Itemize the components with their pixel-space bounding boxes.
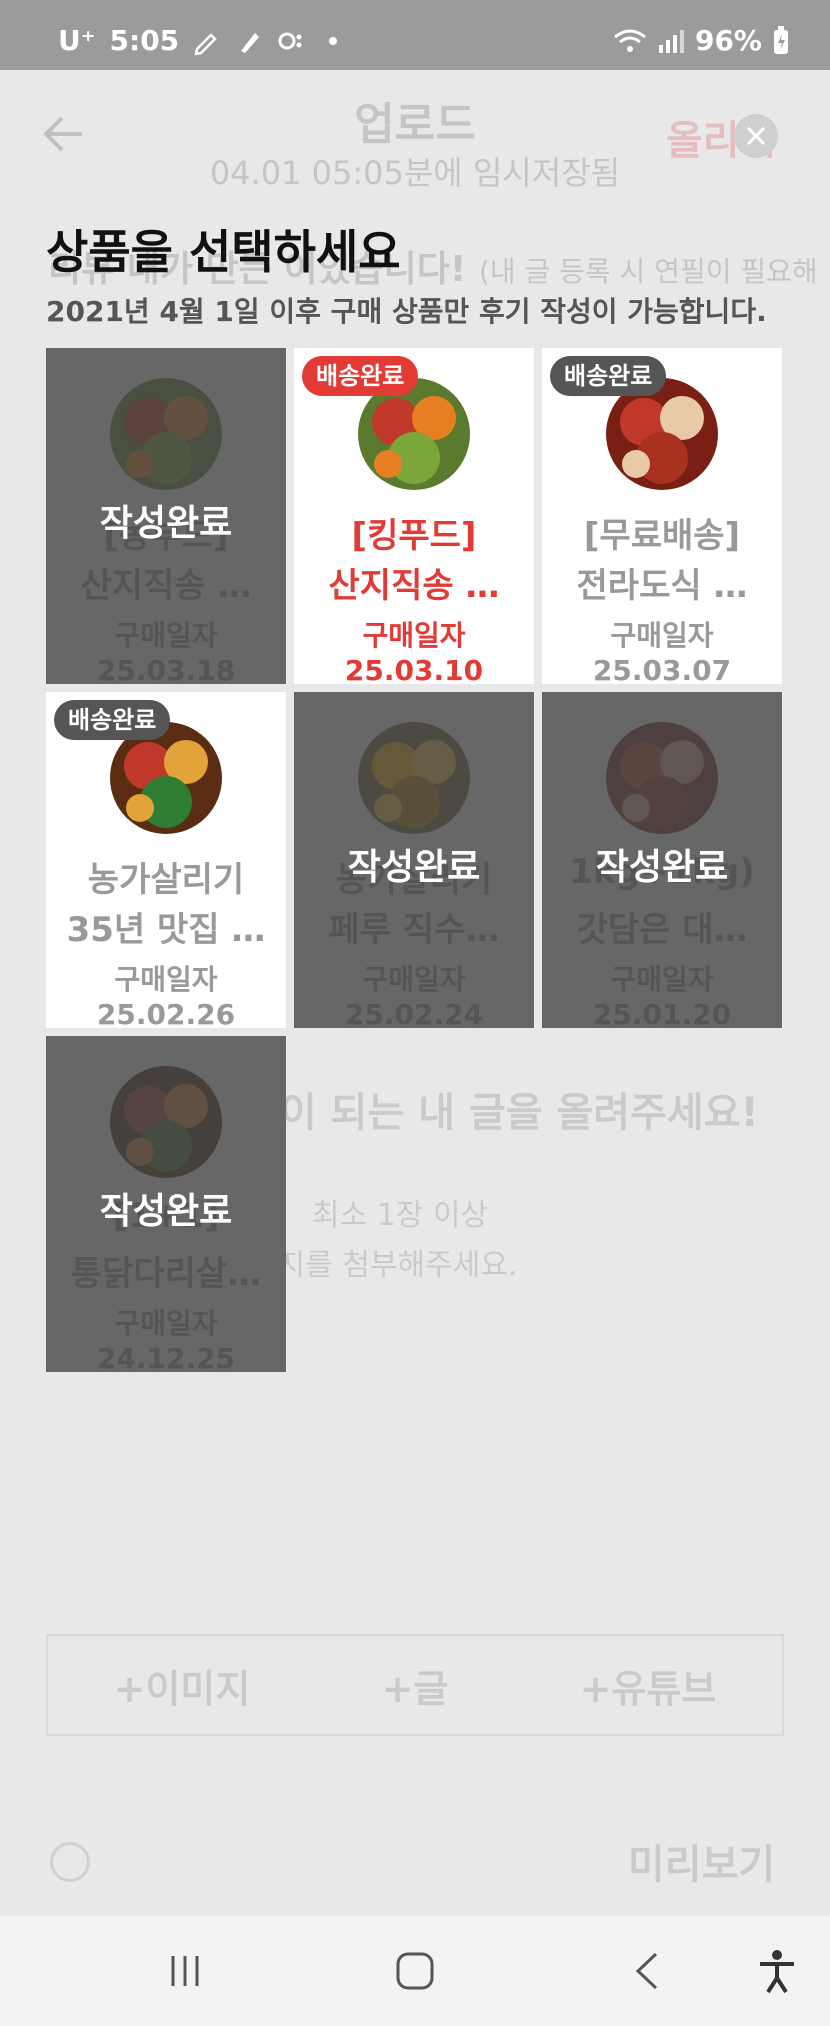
accessibility-icon[interactable] bbox=[752, 1946, 802, 1996]
written-label: 작성완료 bbox=[99, 503, 233, 544]
product-card[interactable]: 농가살리기 35년 맛집 … 구매일자 25.02.26 배송완료 bbox=[46, 692, 286, 1028]
modal-subtitle: 2021년 4월 1일 이후 구매 상품만 후기 작성이 가능합니다. bbox=[46, 295, 767, 328]
pen-icon bbox=[241, 32, 260, 53]
product-card[interactable]: [농부드]산지직송 …구매일자25.03.18작성완료 bbox=[46, 348, 286, 684]
battery-text: 96% bbox=[694, 24, 762, 57]
wifi-icon bbox=[614, 29, 646, 52]
product-name: 산지직송 … bbox=[328, 566, 500, 606]
status-left: U⁺ 5:05 bbox=[58, 24, 347, 57]
product-brand: [킹푸드] bbox=[351, 516, 477, 556]
product-brand: [무료배송] bbox=[583, 516, 741, 556]
close-button[interactable] bbox=[734, 114, 778, 158]
product-card[interactable]: [1+1]통닭다리살…구매일자24.12.25작성완료 bbox=[46, 1036, 286, 1372]
clock: 5:05 bbox=[109, 24, 180, 57]
purchase-date: 25.03.07 bbox=[592, 654, 732, 684]
product-card[interactable]: 농가살리기페루 직수…구매일자25.02.24작성완료 bbox=[294, 692, 534, 1028]
close-icon bbox=[746, 126, 766, 146]
status-right: 96% bbox=[613, 24, 790, 57]
purchase-date: 25.02.26 bbox=[96, 998, 236, 1028]
signal-icon bbox=[658, 29, 684, 53]
delivery-status-badge: 배송완료 bbox=[54, 700, 171, 740]
product-card[interactable]: [킹푸드] 산지직송 … 구매일자 25.03.10 배송완료 bbox=[294, 348, 534, 684]
written-label: 작성완료 bbox=[347, 847, 481, 888]
dot-icon bbox=[329, 36, 338, 45]
back-icon[interactable] bbox=[624, 1946, 674, 1996]
written-label: 작성완료 bbox=[99, 1191, 233, 1232]
product-name: 전라도식 … bbox=[576, 566, 748, 606]
product-card[interactable]: [무료배송] 전라도식 … 구매일자 25.03.07 배송완료 bbox=[542, 348, 782, 684]
purchase-date-label: 구매일자 bbox=[610, 619, 714, 652]
modal-title: 상품을 선택하세요 bbox=[46, 225, 401, 279]
recent-apps-icon[interactable] bbox=[160, 1946, 210, 1996]
pencil-icon bbox=[194, 32, 217, 55]
navigation-bar bbox=[0, 1916, 830, 2026]
written-label: 작성완료 bbox=[595, 847, 729, 888]
home-icon[interactable] bbox=[390, 1946, 440, 1996]
purchase-date-label: 구매일자 bbox=[362, 619, 466, 652]
product-name: 35년 맛집 … bbox=[66, 910, 266, 950]
battery-icon bbox=[774, 25, 788, 54]
purchase-date: 25.03.10 bbox=[344, 654, 484, 684]
carrier-label: U⁺ bbox=[58, 24, 96, 57]
product-card[interactable]: 1kg+1kg)갓담은 대…구매일자25.01.20작성완료 bbox=[542, 692, 782, 1028]
delivery-status-badge: 배송완료 bbox=[302, 356, 419, 396]
status-bar: U⁺ 5:05 96% bbox=[0, 0, 830, 70]
delivery-status-badge: 배송완료 bbox=[550, 356, 667, 396]
link-icon bbox=[278, 32, 302, 49]
product-brand: 농가살리기 bbox=[87, 860, 245, 900]
purchase-date-label: 구매일자 bbox=[114, 963, 218, 996]
